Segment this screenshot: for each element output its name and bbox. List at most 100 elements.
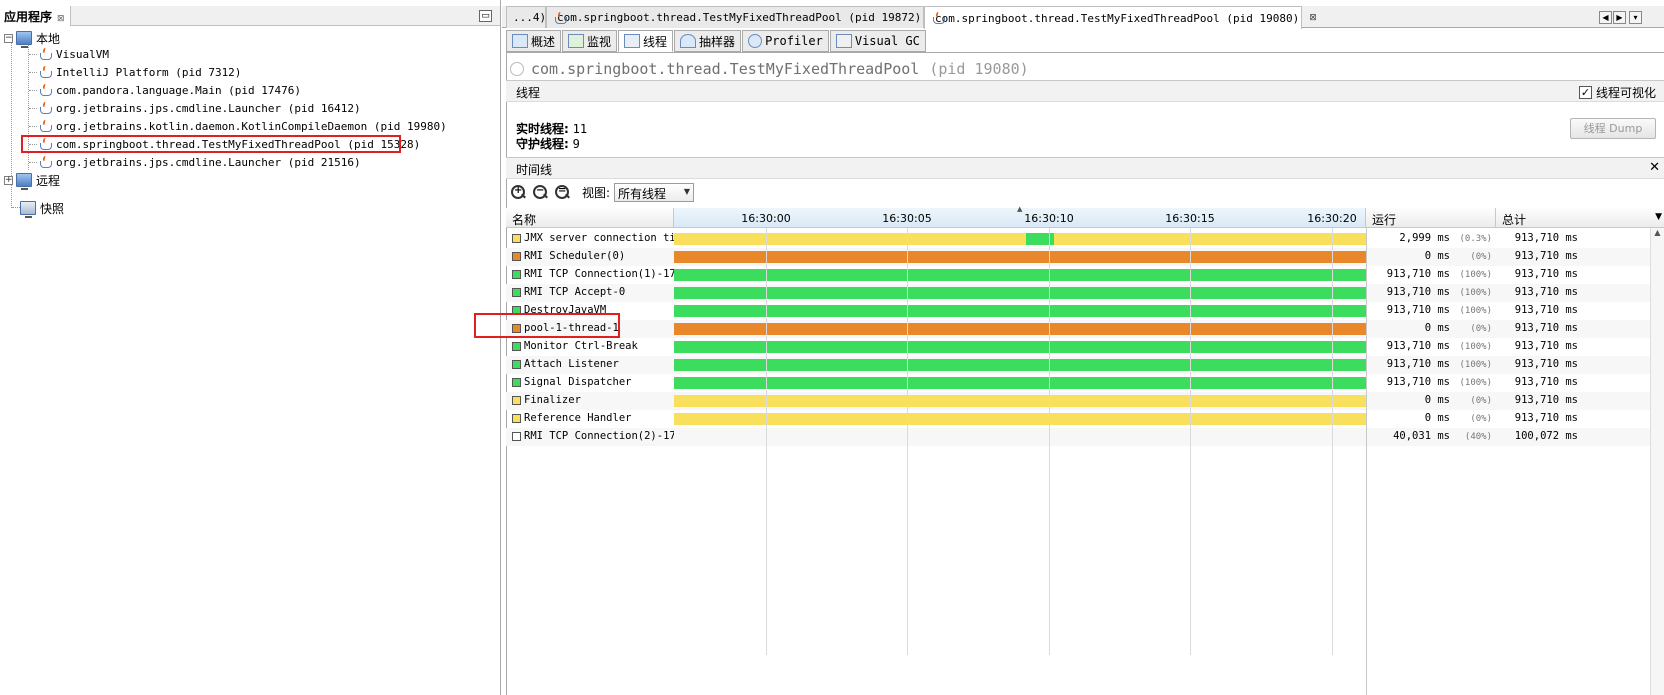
table-row[interactable]: Reference Handler 0 ms (0%) 913,710 ms	[506, 410, 1664, 428]
total-time-cell: 913,710 ms	[1514, 232, 1578, 244]
thread-state-swatch	[512, 359, 521, 369]
running-percent: (100%)	[1459, 270, 1492, 280]
tab-label: 线程	[643, 34, 668, 49]
timeline-gridline	[1332, 228, 1333, 655]
table-row[interactable]: JMX server connection timeout 2,999 ms (0.…	[506, 230, 1664, 248]
table-row[interactable]: pool-1-thread-1 0 ms (0%) 913,710 ms	[506, 320, 1664, 338]
tab-visual-gc[interactable]: Visual GC	[829, 30, 926, 52]
timeline-gridline	[1190, 228, 1191, 655]
running-percent: (100%)	[1459, 288, 1492, 298]
thread-dump-button[interactable]: 线程 Dump	[1570, 118, 1656, 139]
document-area: ...4) com.springboot.thread.TestMyFixedT…	[474, 0, 1664, 695]
timeline-section-title: 时间线	[516, 163, 553, 177]
thread-name-cell: Reference Handler	[512, 412, 674, 424]
tree-node-jps-launcher-16412[interactable]: org.jetbrains.jps.cmdline.Launcher (pid …	[38, 99, 361, 117]
thread-visualization-checkbox[interactable]: ✓ 线程可视化	[1578, 84, 1656, 101]
thread-stats: 实时线程: 11 守护线程: 9	[516, 122, 587, 152]
tab-threads[interactable]: 线程	[618, 30, 674, 52]
column-header-running[interactable]: 运行	[1366, 208, 1496, 228]
thread-name: Finalizer	[524, 394, 581, 406]
tab-sampler[interactable]: 抽样器	[674, 30, 742, 52]
table-row[interactable]: RMI Scheduler(0) 0 ms (0%) 913,710 ms	[506, 248, 1664, 266]
view-dropdown[interactable]: 所有线程 ▼	[614, 182, 695, 202]
total-time-cell: 913,710 ms	[1514, 412, 1578, 424]
doc-tab-pid-19080[interactable]: com.springboot.thread.TestMyFixedThreadP…	[924, 6, 1317, 29]
page-title: com.springboot.thread.TestMyFixedThreadP…	[510, 60, 1029, 78]
vertical-scrollbar[interactable]: ▲	[1650, 228, 1664, 695]
running-percent: (100%)	[1459, 306, 1492, 316]
table-row[interactable]: Attach Listener 913,710 ms (100%) 913,710 m…	[506, 356, 1664, 374]
zoom-fit-icon[interactable]: =	[554, 184, 571, 201]
tree-node-jps-launcher-21516[interactable]: org.jetbrains.jps.cmdline.Launcher (pid …	[38, 153, 361, 171]
tab-profiler[interactable]: Profiler	[742, 30, 829, 52]
close-icon[interactable]: ⊠	[57, 14, 65, 24]
tab-list-button[interactable]: ▾	[1629, 11, 1642, 24]
close-icon[interactable]: ✕	[1649, 160, 1660, 175]
thread-name: Signal Dispatcher	[524, 376, 632, 388]
tab-overview[interactable]: 概述	[506, 30, 562, 52]
zoom-in-icon[interactable]: +	[510, 184, 527, 201]
minimize-button[interactable]: ▭	[479, 10, 492, 22]
doc-tab-overflow[interactable]: ...4)	[506, 6, 546, 28]
table-row[interactable]: Signal Dispatcher 913,710 ms (100%) 913,710…	[506, 374, 1664, 392]
highlight-annotation-box	[21, 135, 401, 153]
column-header-name[interactable]: 名称	[506, 208, 674, 228]
thread-state-swatch	[512, 341, 521, 351]
table-row[interactable]: Finalizer 0 ms (0%) 913,710 ms	[506, 392, 1664, 410]
scroll-up-icon[interactable]: ▲	[1651, 228, 1664, 237]
table-row[interactable]: RMI TCP Connection(1)-172.31.1.1 913,710 …	[506, 266, 1664, 284]
tree-node-label: com.pandora.language.Main (pid 17476)	[56, 83, 302, 97]
tree-node-intellij[interactable]: IntelliJ Platform (pid 7312)	[38, 63, 241, 81]
column-menu-icon[interactable]: ▼	[1655, 212, 1662, 222]
checkbox-checked-icon[interactable]: ✓	[1578, 86, 1592, 99]
thread-name-cell: Monitor Ctrl-Break	[512, 340, 674, 352]
live-threads-label: 实时线程:	[516, 122, 569, 136]
running-time-cell: 913,710 ms (100%)	[1374, 286, 1492, 298]
thread-name-cell: Signal Dispatcher	[512, 376, 674, 388]
thread-state-bar	[674, 305, 1366, 317]
scroll-tabs-right-button[interactable]: ▶	[1613, 11, 1626, 24]
tree-node-pandora[interactable]: com.pandora.language.Main (pid 17476)	[38, 81, 301, 99]
running-time-value: 0 ms	[1424, 394, 1450, 406]
tree-node-remote[interactable]: + 远程	[4, 171, 60, 190]
running-percent: (100%)	[1459, 342, 1492, 352]
chevron-down-icon: ▼	[683, 186, 691, 196]
expand-icon[interactable]: +	[4, 175, 13, 185]
column-header-total[interactable]: 总计 ▼	[1496, 208, 1664, 228]
thread-name: JMX server connection timeout	[524, 232, 674, 244]
table-row[interactable]: RMI TCP Connection(2)-172.31.1.1 40,031 m…	[506, 428, 1664, 446]
running-percent: (0.3%)	[1459, 234, 1492, 244]
tab-label: 抽样器	[699, 34, 736, 49]
scroll-tabs-left-button[interactable]: ◀	[1599, 11, 1612, 24]
table-row[interactable]: Monitor Ctrl-Break 913,710 ms (100%) 913,71…	[506, 338, 1664, 356]
timeline-toolbar: + − = 视图: 所有线程 ▼	[510, 181, 695, 203]
zoom-out-icon[interactable]: −	[532, 184, 549, 201]
total-time-cell: 100,072 ms	[1514, 430, 1578, 442]
tree-guide-line	[12, 207, 20, 208]
column-header-timeline[interactable]: ▲ 16:30:00 16:30:05 16:30:10 16:30:15 16:30:…	[674, 205, 1366, 228]
thread-state-swatch	[512, 233, 521, 243]
running-time-cell: 0 ms (0%)	[1374, 412, 1492, 424]
thread-name: RMI TCP Accept-0	[524, 286, 626, 298]
tree-node-snapshots[interactable]: 快照	[20, 199, 64, 218]
tree-node-label: 本地	[36, 31, 61, 46]
running-percent: (100%)	[1459, 378, 1492, 388]
tree-node-label: VisualVM	[56, 47, 109, 61]
tree-node-visualvm[interactable]: VisualVM	[38, 45, 109, 63]
thread-name: RMI Scheduler(0)	[524, 250, 626, 262]
profiler-clock-icon	[748, 34, 763, 48]
applications-tab[interactable]: 应用程序 ⊠	[0, 6, 71, 26]
close-icon[interactable]: ⊠	[1309, 13, 1317, 23]
running-time-value: 913,710 ms	[1386, 286, 1450, 298]
thread-state-swatch	[512, 395, 521, 405]
table-row[interactable]: DestroyJavaVM 913,710 ms (100%) 913,710 ms	[506, 302, 1664, 320]
doc-tab-pid-19872[interactable]: com.springboot.thread.TestMyFixedThreadP…	[546, 6, 939, 28]
tree-node-kotlin-daemon[interactable]: org.jetbrains.kotlin.daemon.KotlinCompil…	[38, 117, 447, 135]
tab-monitor[interactable]: 监视	[562, 30, 618, 52]
total-time-cell: 913,710 ms	[1514, 394, 1578, 406]
table-row[interactable]: RMI TCP Accept-0 913,710 ms (100%) 913,710 …	[506, 284, 1664, 302]
thread-state-swatch	[512, 377, 521, 387]
thread-state-swatch	[512, 431, 521, 441]
running-time-cell: 0 ms (0%)	[1374, 250, 1492, 262]
collapse-icon[interactable]: −	[4, 33, 13, 43]
